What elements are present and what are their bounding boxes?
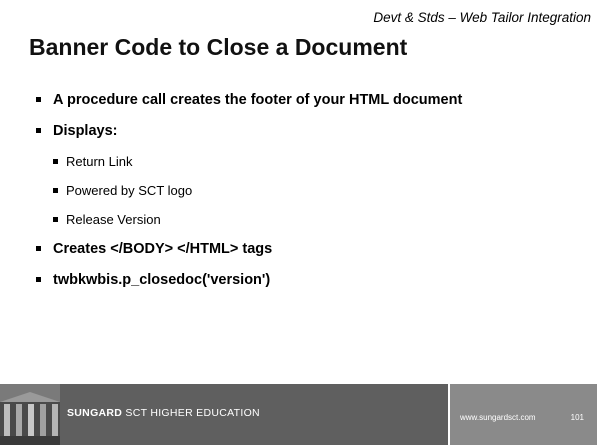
bullet-item: twbkwbis.p_closedoc('version') [36, 272, 556, 289]
footer-info-panel: www.sungardsct.com 101 [448, 384, 597, 445]
footer-url: www.sungardsct.com [460, 413, 536, 422]
bullet-item: A procedure call creates the footer of y… [36, 92, 556, 109]
footer-brand-panel: SUNGARD SCT HIGHER EDUCATION [0, 384, 448, 445]
sub-bullet-item: Release Version [36, 212, 556, 228]
page-number: 101 [570, 413, 584, 422]
brand-division-text: SCT HIGHER EDUCATION [122, 407, 260, 419]
footer-brand-text: SUNGARD SCT HIGHER EDUCATION [67, 407, 260, 419]
slide: Devt & Stds – Web Tailor Integration Ban… [0, 0, 597, 445]
bullet-item: Creates </BODY> </HTML> tags [36, 241, 556, 258]
footer-divider [448, 384, 450, 445]
slide-title: Banner Code to Close a Document [29, 34, 408, 60]
sub-bullet-item: Return Link [36, 154, 556, 170]
bullet-list: A procedure call creates the footer of y… [36, 92, 556, 303]
footer-bar: SUNGARD SCT HIGHER EDUCATION www.sungard… [0, 384, 597, 445]
building-photo-icon [0, 384, 60, 445]
sub-bullet-item: Powered by SCT logo [36, 183, 556, 199]
bullet-item: Displays: [36, 123, 556, 140]
header-note: Devt & Stds – Web Tailor Integration [373, 10, 591, 25]
sungard-logo-text: SUNGARD [67, 407, 123, 419]
